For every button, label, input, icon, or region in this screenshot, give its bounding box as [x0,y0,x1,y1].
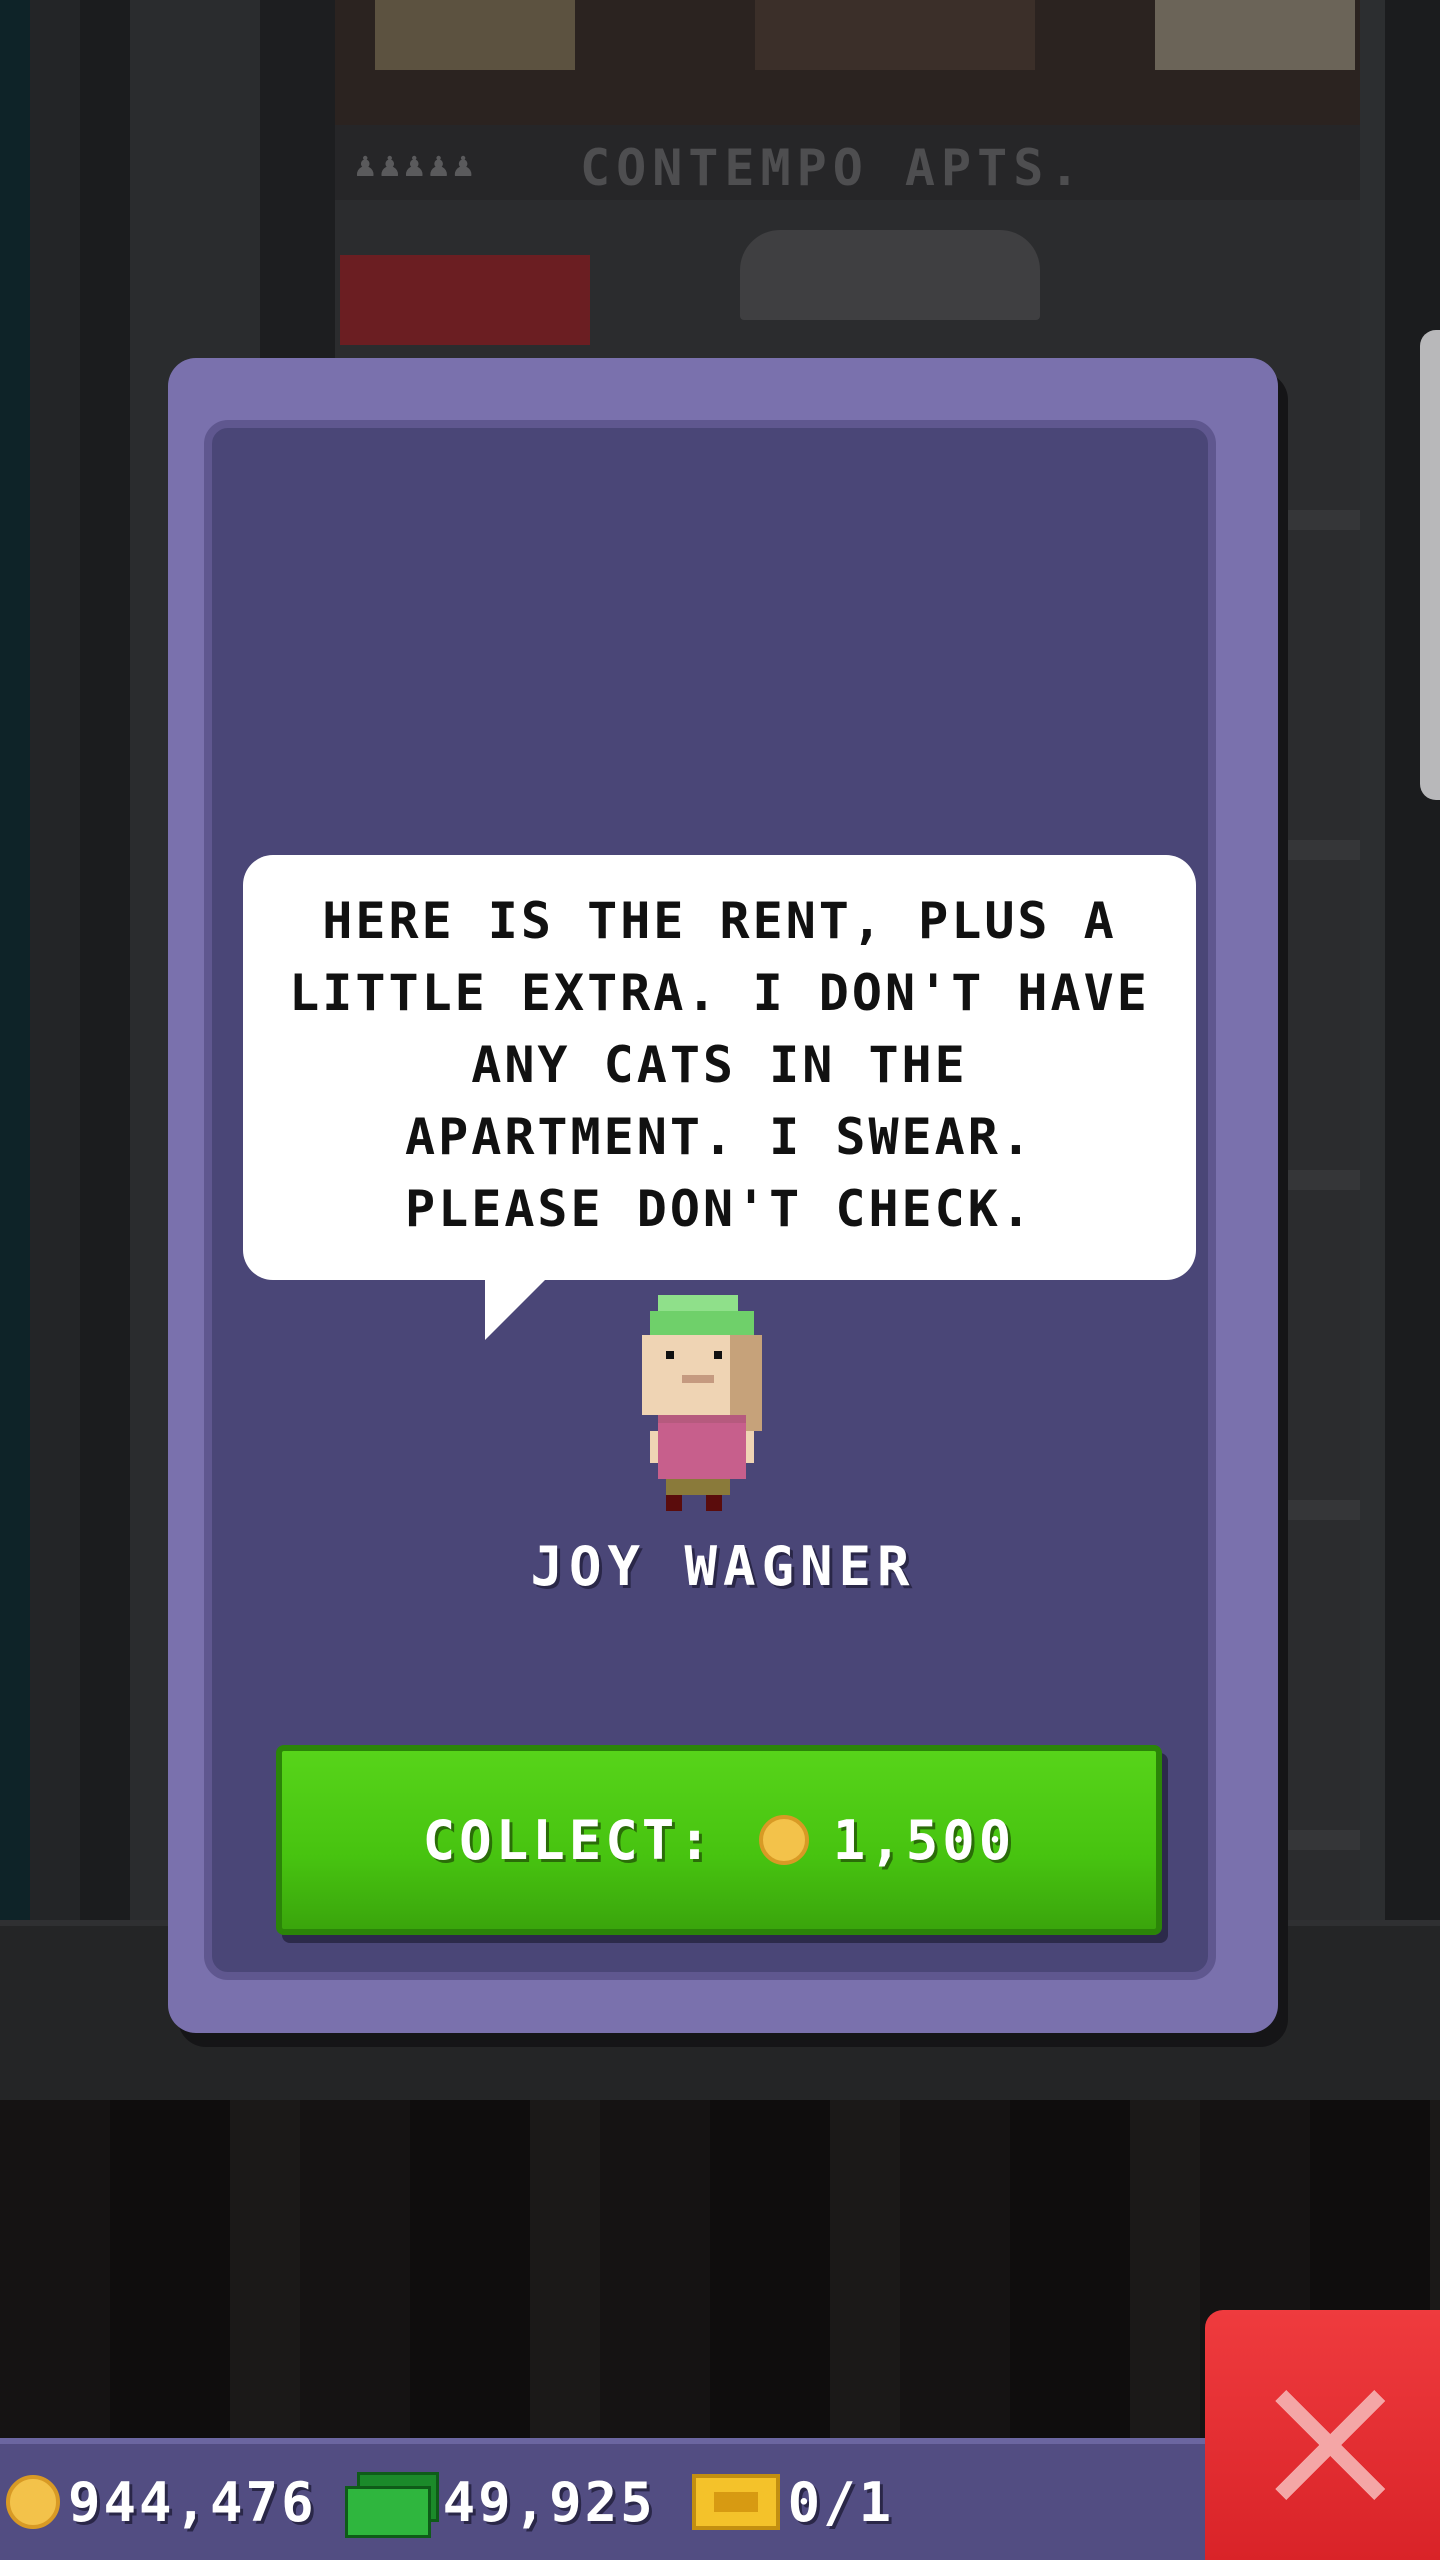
currency-bar: 944,476 49,925 0/1 [0,2438,1205,2560]
close-icon [1275,2390,1385,2500]
people-icon: ♟♟♟♟♟ [355,145,478,185]
speech-bubble-tail [485,1278,547,1340]
bux-count[interactable]: 49,925 [443,2471,656,2534]
apartment-floor[interactable] [335,0,1360,125]
collect-amount: 1,500 [832,1808,1016,1872]
resident-name: JOY WAGNER [530,1535,916,1598]
floor-window [375,0,575,70]
tickets-count[interactable]: 0/1 [788,2471,895,2534]
coin-icon [758,1815,809,1865]
floor-resident [1155,0,1355,70]
floor-decor [340,255,590,345]
coin-icon [6,2475,60,2529]
coins-count[interactable]: 944,476 [68,2471,317,2534]
close-button[interactable] [1205,2310,1440,2560]
collect-button-content: COLLECT: 1,500 [282,1751,1156,1929]
floor-sign-bar: ♟♟♟♟♟ CONTEMPO APTS. [335,125,1360,200]
floor-sign-label: CONTEMPO APTS. [580,139,1086,197]
floor-furniture [755,0,1035,70]
collect-button[interactable]: COLLECT: 1,500 [276,1745,1162,1935]
ticket-icon [691,2474,780,2530]
edge-panel-handle[interactable] [1420,330,1440,800]
collect-label: COLLECT: [422,1808,715,1872]
floor-lamp [740,230,1040,320]
building-edge [1360,0,1440,1920]
resident-avatar [642,1295,762,1511]
speech-bubble: HERE IS THE RENT, PLUS A LITTLE EXTRA. I… [243,855,1196,1280]
bux-icon [344,2472,439,2538]
speech-text: HERE IS THE RENT, PLUS A LITTLE EXTRA. I… [289,892,1150,1238]
